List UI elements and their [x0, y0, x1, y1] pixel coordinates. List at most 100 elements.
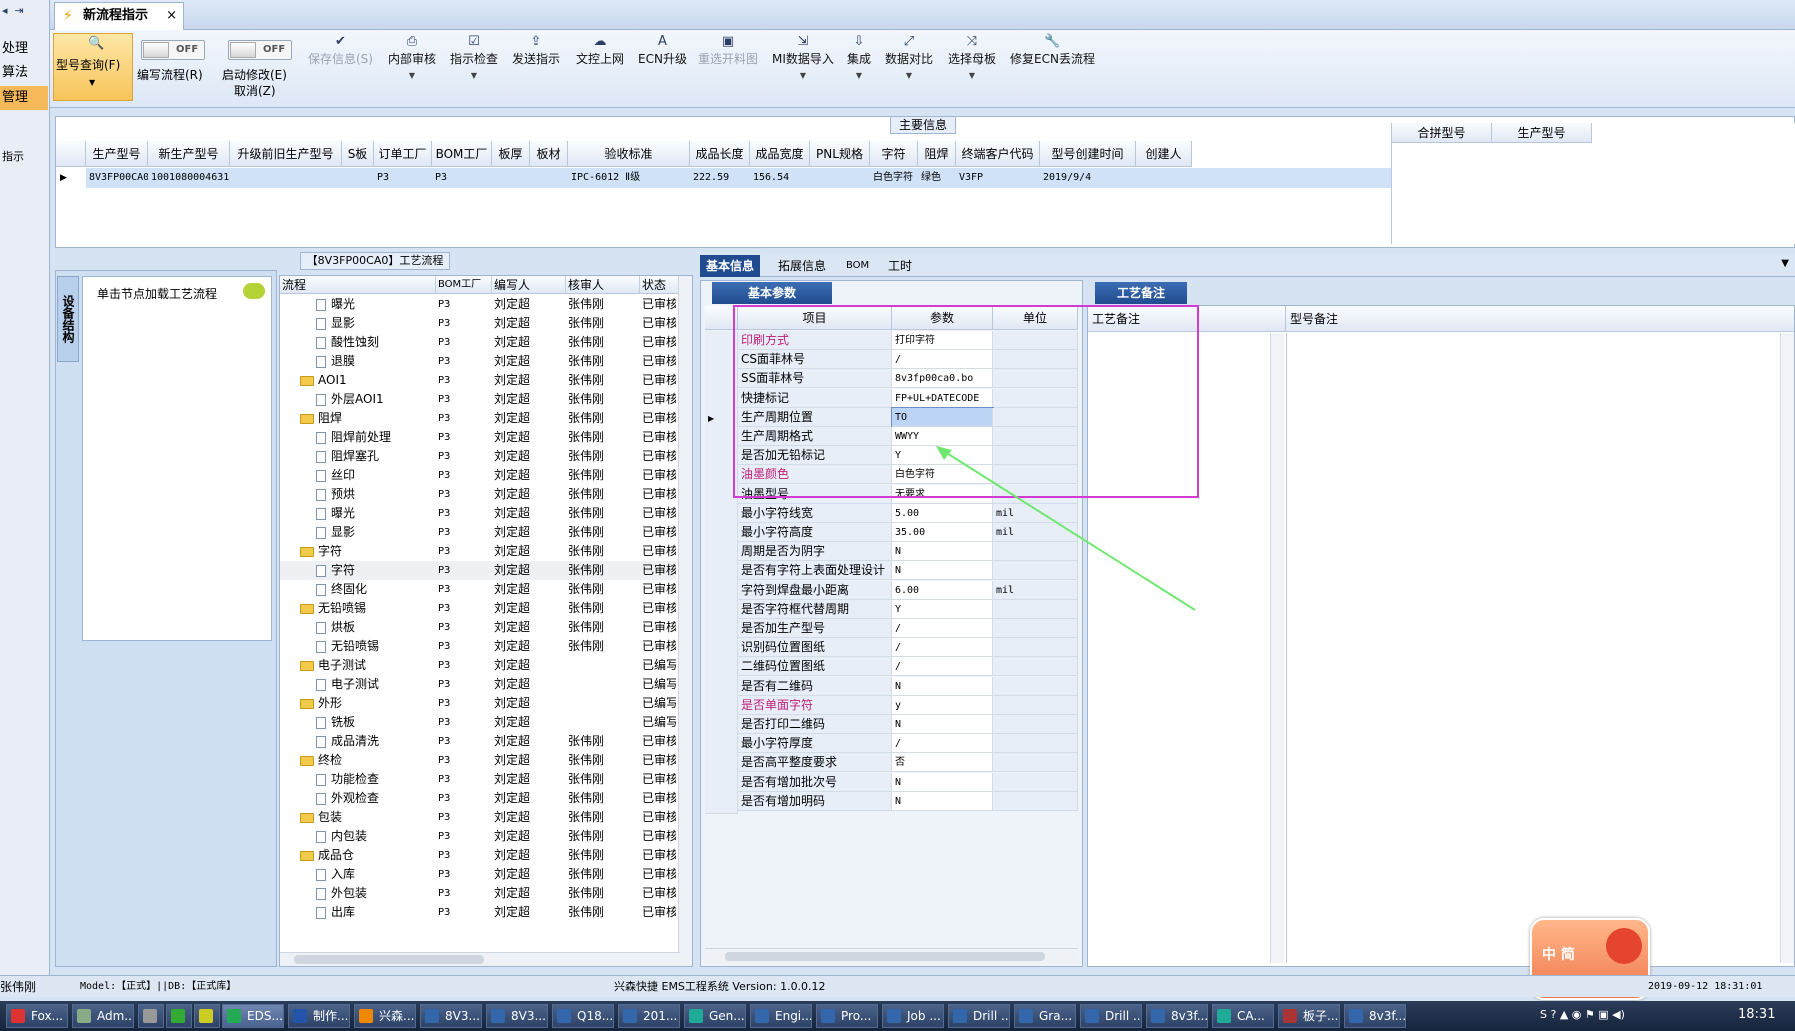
flow-node-name[interactable]: 功能检查: [316, 770, 436, 789]
flow-node-name[interactable]: 阻焊塞孔: [316, 447, 436, 466]
compare-button[interactable]: ⤢ 数据对比 ▼: [885, 34, 933, 80]
flow-row[interactable]: 阻焊塞孔 P3 刘定超 张伟刚 已审核: [280, 447, 676, 466]
param-value[interactable]: N: [892, 772, 993, 792]
flow-row[interactable]: 终固化 P3 刘定超 张伟刚 已审核: [280, 580, 676, 599]
scroll-thumb[interactable]: [725, 952, 1045, 961]
taskbar-item[interactable]: 板子...: [1278, 1004, 1340, 1028]
param-row[interactable]: 是否有增加批次号 N: [705, 772, 1078, 795]
process-remark-textarea[interactable]: [1088, 333, 1283, 963]
taskbar-item[interactable]: 8V3...: [486, 1004, 548, 1028]
model-remark-textarea[interactable]: [1286, 333, 1782, 963]
flow-row[interactable]: 电子测试 P3 刘定超 已编写: [280, 675, 676, 694]
main-cell-12[interactable]: 白色字符: [870, 168, 918, 188]
main-cell-6[interactable]: [492, 168, 530, 188]
param-row[interactable]: 是否高平整度要求否: [705, 753, 1078, 776]
param-row[interactable]: 是否有增加明码 N: [705, 791, 1078, 814]
param-row[interactable]: 是否打印二维码 N: [705, 715, 1078, 737]
flow-node-name[interactable]: 出库: [316, 903, 436, 922]
flow-node-name[interactable]: 内包装: [316, 827, 436, 846]
chevron-down-icon[interactable]: ▼: [1781, 258, 1789, 269]
flow-node-name[interactable]: 显影: [316, 523, 436, 542]
flow-row[interactable]: 显影 P3 刘定超 张伟刚 已审核: [280, 314, 676, 333]
flow-node-name[interactable]: 无铅喷锡: [300, 599, 436, 618]
flow-row[interactable]: 外包装 P3 刘定超 张伟刚 已审核: [280, 884, 676, 903]
choose-board-button[interactable]: ⤨ 选择母板 ▼: [948, 34, 996, 80]
param-row[interactable]: 二维码位置图纸 /: [705, 657, 1078, 680]
write-flow-toggle[interactable]: OFF: [141, 40, 205, 60]
param-row[interactable]: SS面菲林号 8v3fp00ca0.bo: [705, 369, 1078, 392]
main-header-5[interactable]: BOM工厂: [432, 141, 492, 167]
flow-node-name[interactable]: 铣板: [316, 713, 436, 732]
flow-row[interactable]: 成品清洗 P3 刘定超 张伟刚 已审核: [280, 732, 676, 751]
param-value[interactable]: TO: [891, 406, 994, 428]
main-header-7[interactable]: 板材: [530, 141, 568, 167]
main-header-11[interactable]: PNL规格: [810, 141, 870, 167]
taskbar-item[interactable]: Job ...: [882, 1004, 944, 1028]
taskbar-item[interactable]: EDS...: [222, 1004, 284, 1028]
taskbar-item[interactable]: 制作...: [288, 1004, 350, 1028]
main-header-3[interactable]: S板: [342, 141, 374, 167]
reselect-button[interactable]: ▣ 重选开料图: [698, 34, 758, 67]
flow-vertical-scrollbar[interactable]: [678, 276, 692, 966]
param-value[interactable]: /: [892, 350, 993, 370]
flow-row[interactable]: 阻焊 P3 刘定超 张伟刚 已审核: [280, 409, 676, 428]
upload-button[interactable]: ☁ 文控上网: [576, 34, 624, 67]
tab-bom[interactable]: BOM: [840, 255, 875, 277]
main-cell-13[interactable]: 绿色: [918, 168, 956, 188]
flow-node-name[interactable]: 外层AOI1: [316, 390, 436, 409]
flow-row[interactable]: 无铅喷锡 P3 刘定超 张伟刚 已审核: [280, 599, 676, 618]
flow-header-bom[interactable]: BOM工厂: [436, 276, 492, 294]
flow-row[interactable]: 出库 P3 刘定超 张伟刚 已审核: [280, 903, 676, 922]
param-value[interactable]: N: [892, 676, 993, 696]
nav-arrows[interactable]: ◂ ⇥: [2, 4, 46, 28]
params-col-unit[interactable]: 单位: [993, 306, 1078, 330]
param-value[interactable]: /: [892, 657, 993, 677]
flow-node-name[interactable]: 字符: [316, 561, 436, 580]
flow-header-name[interactable]: 流程: [280, 276, 436, 294]
flow-row[interactable]: 显影 P3 刘定超 张伟刚 已审核: [280, 523, 676, 542]
flow-node-name[interactable]: 曝光: [316, 295, 436, 314]
merge-model-header[interactable]: 合拼型号: [1392, 123, 1492, 143]
main-header-6[interactable]: 板厚: [492, 141, 530, 167]
param-value[interactable]: 8v3fp00ca0.bo: [892, 369, 993, 389]
taskbar-item[interactable]: 201...: [618, 1004, 680, 1028]
taskbar-item[interactable]: CA...: [1212, 1004, 1274, 1028]
taskbar-item[interactable]: Adm...: [72, 1004, 134, 1028]
flow-row[interactable]: 内包装 P3 刘定超 张伟刚 已审核: [280, 827, 676, 846]
tab-work-hours[interactable]: 工时: [882, 255, 918, 277]
flow-row[interactable]: 曝光 P3 刘定超 张伟刚 已审核: [280, 504, 676, 523]
flow-row[interactable]: 预烘 P3 刘定超 张伟刚 已审核: [280, 485, 676, 504]
main-header-2[interactable]: 升级前旧生产型号: [230, 141, 342, 167]
nav-item-management[interactable]: 管理: [0, 86, 48, 110]
taskbar-item[interactable]: 8V3...: [420, 1004, 482, 1028]
flow-node-name[interactable]: 终固化: [316, 580, 436, 599]
flow-row[interactable]: 外层AOI1 P3 刘定超 张伟刚 已审核: [280, 390, 676, 409]
save-button[interactable]: ✔ 保存信息(S): [308, 34, 373, 67]
mi-import-button[interactable]: ⇲ MI数据导入 ▼: [772, 34, 834, 80]
flow-node-name[interactable]: AOI1: [300, 371, 436, 390]
nav-item-algorithm[interactable]: 算法: [0, 61, 48, 85]
flow-row[interactable]: 曝光 P3 刘定超 张伟刚 已审核: [280, 295, 676, 314]
equipment-structure-tab[interactable]: 设备结构: [57, 276, 79, 362]
taskbar-item[interactable]: Gra...: [1014, 1004, 1076, 1028]
taskbar-item[interactable]: [138, 1004, 164, 1028]
close-icon[interactable]: ×: [166, 3, 177, 29]
check-button[interactable]: ☑ 指示检查 ▼: [450, 34, 498, 80]
flow-row[interactable]: AOI1 P3 刘定超 张伟刚 已审核: [280, 371, 676, 390]
remark-scrollbar[interactable]: [1270, 333, 1284, 963]
flow-node-name[interactable]: 外形: [300, 694, 436, 713]
flow-row[interactable]: 字符 P3 刘定超 张伟刚 已审核: [280, 561, 676, 580]
taskbar-item[interactable]: Fox...: [6, 1004, 68, 1028]
taskbar-item[interactable]: [194, 1004, 220, 1028]
taskbar-item[interactable]: Pro...: [816, 1004, 878, 1028]
main-cell-1[interactable]: 10010800046315: [148, 168, 230, 188]
main-cell-14[interactable]: V3FP: [956, 168, 1040, 188]
param-value[interactable]: y: [892, 695, 993, 715]
flow-node-name[interactable]: 成品清洗: [316, 732, 436, 751]
main-cell-10[interactable]: 156.54: [750, 168, 810, 188]
param-row[interactable]: ▶ 生产周期位置 TO: [705, 406, 1078, 430]
flow-node-name[interactable]: 入库: [316, 865, 436, 884]
scroll-thumb[interactable]: [294, 955, 484, 964]
main-header-14[interactable]: 终端客户代码: [956, 141, 1040, 167]
flow-node-name[interactable]: 退膜: [316, 352, 436, 371]
